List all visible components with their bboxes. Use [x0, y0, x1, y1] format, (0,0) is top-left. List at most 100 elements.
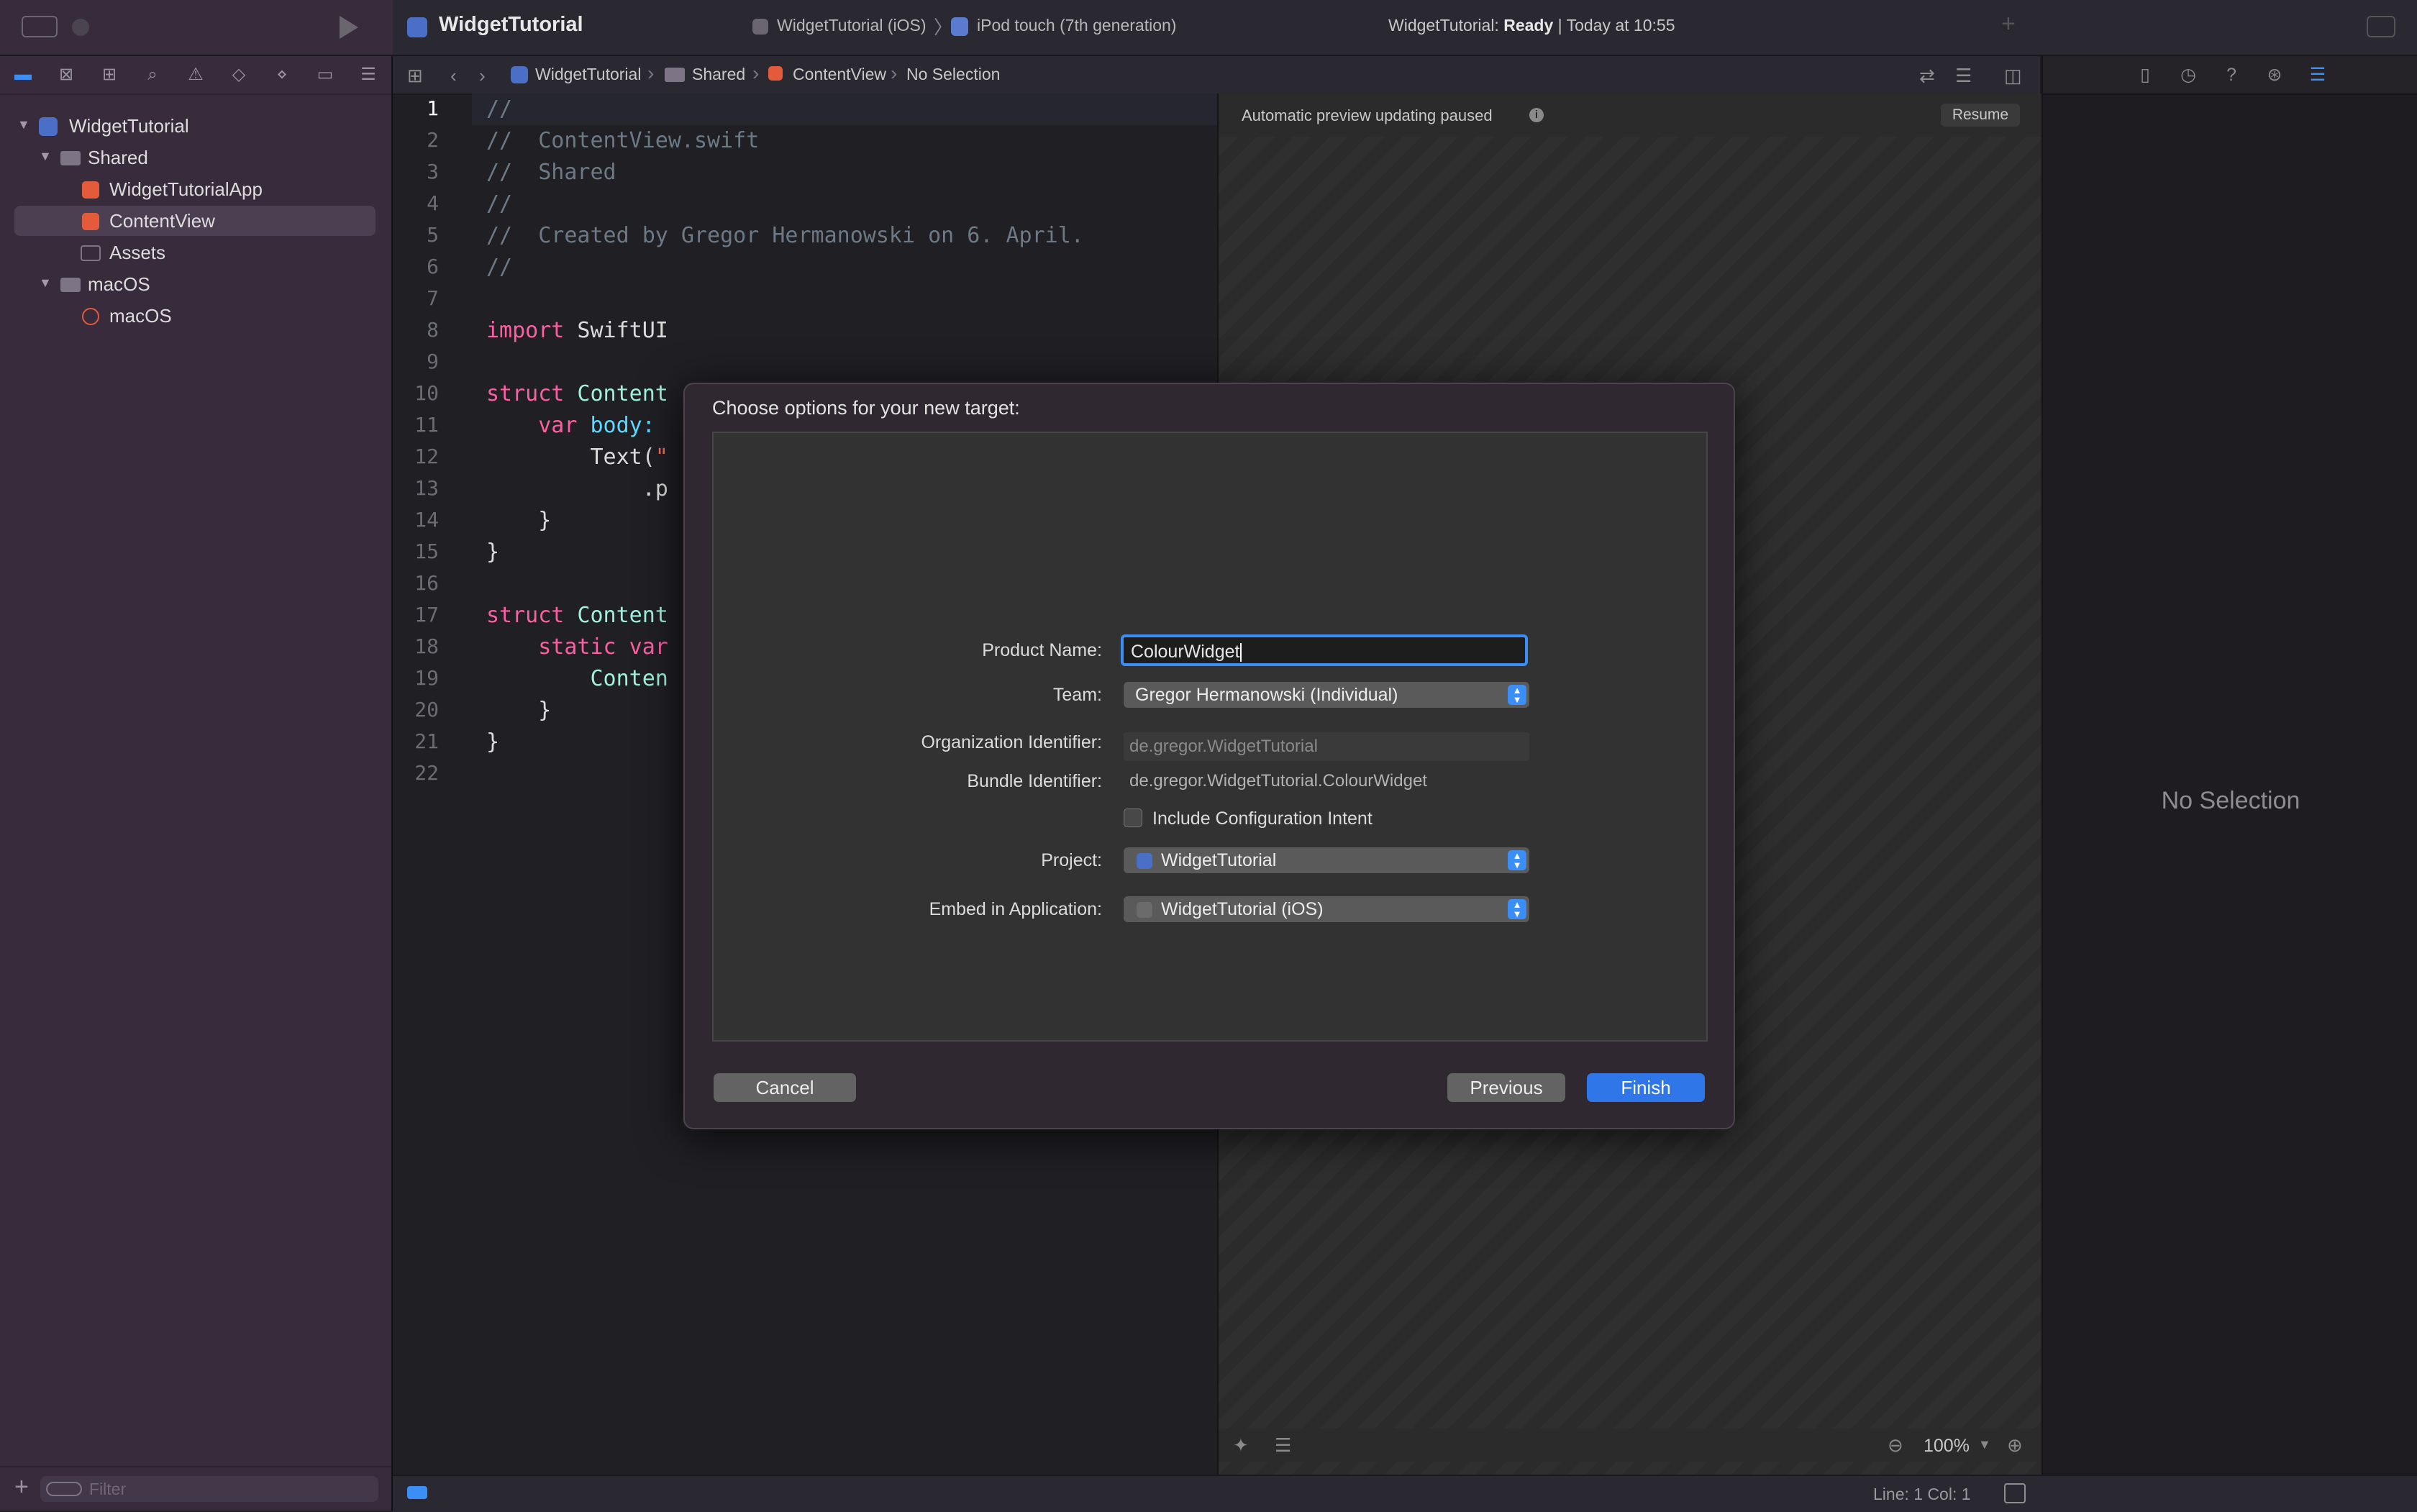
test-icon[interactable]: ◇: [227, 63, 250, 86]
help-icon[interactable]: ?: [2220, 63, 2243, 86]
project-popup[interactable]: WidgetTutorial ▲ ▼: [1124, 847, 1529, 873]
filter-scope-icon[interactable]: [46, 1482, 82, 1496]
run-button-icon[interactable]: [340, 16, 358, 39]
bundle-identifier-label: Bundle Identifier:: [967, 771, 1102, 791]
source-control-icon[interactable]: ⊠: [55, 63, 78, 86]
tree-item-macos-entitlements[interactable]: macOS: [14, 301, 375, 331]
embed-in-application-popup[interactable]: WidgetTutorial (iOS) ▲ ▼: [1124, 896, 1529, 922]
breadcrumb-file[interactable]: ContentView: [793, 65, 886, 84]
device-icon: [951, 17, 968, 36]
code-line: // Shared: [486, 160, 616, 185]
status-state: Ready: [1503, 16, 1554, 35]
related-items-icon[interactable]: ⊞: [407, 65, 423, 87]
code-line: import SwiftUI: [486, 318, 668, 343]
folder-icon: [60, 151, 81, 165]
console-toggle-icon[interactable]: [2004, 1483, 2026, 1503]
line-number: 8: [427, 318, 439, 342]
debug-icon[interactable]: ⋄: [270, 63, 293, 86]
chevron-down-icon[interactable]: ▼: [39, 275, 52, 291]
breadcrumb-symbol[interactable]: No Selection: [906, 65, 1000, 84]
add-file-icon[interactable]: +: [14, 1473, 29, 1501]
popup-stepper-icon: ▲ ▼: [1508, 850, 1526, 870]
resume-button[interactable]: Resume: [1941, 104, 2020, 127]
line-number: 16: [414, 571, 439, 595]
navigator-toggle-icon[interactable]: [22, 16, 58, 37]
include-configuration-intent-label[interactable]: Include Configuration Intent: [1152, 809, 1373, 829]
add-library-icon[interactable]: +: [2001, 10, 2016, 38]
breadcrumb-folder[interactable]: Shared: [692, 65, 745, 84]
activity-status: WidgetTutorial: Ready | Today at 10:55: [1388, 16, 1675, 35]
cursor-position: Line: 1 Col: 1: [1873, 1485, 1971, 1503]
code-line: }: [486, 698, 552, 723]
code-line: struct Content: [486, 381, 668, 406]
cancel-button[interactable]: Cancel: [714, 1073, 856, 1102]
chevron-down-icon[interactable]: ▼: [39, 149, 52, 164]
tree-item-macos-folder[interactable]: ▼ macOS: [14, 269, 375, 299]
chevron-down-icon[interactable]: ▼: [17, 117, 30, 132]
chevron-down-icon[interactable]: ▼: [1978, 1437, 1991, 1452]
attributes-inspector-icon[interactable]: ☰: [2306, 63, 2329, 86]
include-configuration-intent-checkbox[interactable]: [1124, 809, 1142, 827]
tree-item-project[interactable]: ▼ WidgetTutorial: [14, 111, 375, 141]
project-icon: [407, 17, 427, 37]
forward-arrow-icon[interactable]: ›: [479, 65, 486, 87]
breadcrumb-chevron-icon: ›: [647, 62, 655, 84]
folder-icon: [665, 68, 685, 82]
breakpoint-icon[interactable]: ▭: [314, 63, 337, 86]
folder-icon[interactable]: ▬: [12, 63, 35, 86]
pin-icon[interactable]: ✦: [1233, 1434, 1249, 1457]
popup-stepper-icon: ▲ ▼: [1508, 685, 1526, 705]
breadcrumb-project[interactable]: WidgetTutorial: [535, 65, 641, 84]
project-icon: [511, 66, 528, 83]
editor-options-icon[interactable]: ☰: [1955, 65, 1972, 87]
symbol-hierarchy-icon[interactable]: ⊞: [98, 63, 121, 86]
code-line: Conten: [486, 666, 668, 691]
team-popup[interactable]: Gregor Hermanowski (Individual) ▲ ▼: [1124, 682, 1529, 708]
line-number: 2: [427, 128, 439, 152]
inspector-toggle-icon[interactable]: [2367, 16, 2395, 37]
tree-item-widgettutorialapp[interactable]: WidgetTutorialApp: [14, 174, 375, 204]
info-icon[interactable]: i: [1529, 108, 1544, 122]
file-inspector-icon[interactable]: ▯: [2134, 63, 2157, 86]
scheme-selector[interactable]: WidgetTutorial (iOS): [777, 16, 926, 35]
tree-item-contentview[interactable]: ContentView: [14, 206, 375, 236]
code-type: Content: [564, 381, 668, 406]
product-name-input[interactable]: ColourWidget: [1121, 634, 1528, 666]
zoom-in-icon[interactable]: ⊕: [2007, 1434, 2023, 1457]
preview-footer: ✦ ☰ ⊖ 100% ▼ ⊕: [1219, 1429, 2043, 1462]
find-icon[interactable]: ⌕: [141, 63, 164, 86]
code-line: static var: [486, 634, 668, 660]
folder-icon: [60, 278, 81, 292]
code-plain: Text(: [486, 445, 655, 470]
issue-icon[interactable]: ⚠: [184, 63, 207, 86]
split-editor-icon[interactable]: ◫: [2004, 65, 2022, 87]
list-icon[interactable]: ☰: [1275, 1434, 1291, 1457]
line-number: 9: [427, 350, 439, 373]
inspector-panel: ▯ ◷ ? ⊛ ☰ No Selection: [2042, 56, 2417, 1475]
tree-item-label: WidgetTutorialApp: [109, 178, 263, 200]
finish-button[interactable]: Finish: [1587, 1073, 1705, 1102]
history-icon[interactable]: ◷: [2177, 63, 2200, 86]
code-line: var body:: [486, 413, 655, 438]
debug-area-toggle-icon[interactable]: [407, 1486, 427, 1499]
stop-button-icon[interactable]: [72, 19, 89, 36]
run-destination-selector[interactable]: iPod touch (7th generation): [977, 16, 1176, 35]
zoom-out-icon[interactable]: ⊖: [1888, 1434, 1903, 1457]
code-line: }: [486, 729, 500, 755]
accessibility-icon[interactable]: ⊛: [2263, 63, 2286, 86]
organization-identifier-label: Organization Identifier:: [921, 732, 1102, 752]
swap-icon[interactable]: ⇄: [1919, 65, 1935, 87]
current-line-highlight: [472, 94, 1217, 125]
scheme-separator: 〉: [934, 17, 953, 38]
code-line: //: [486, 191, 513, 217]
report-icon[interactable]: ☰: [357, 63, 380, 86]
tree-item-label: Assets: [109, 242, 166, 263]
embed-value: WidgetTutorial (iOS): [1161, 899, 1324, 919]
back-arrow-icon[interactable]: ‹: [450, 65, 457, 87]
tree-item-shared-folder[interactable]: ▼ Shared: [14, 142, 375, 173]
tree-item-assets[interactable]: Assets: [14, 237, 375, 268]
zoom-level[interactable]: 100%: [1924, 1436, 1970, 1457]
embed-in-application-label: Embed in Application:: [929, 899, 1102, 919]
navigator-filter-input[interactable]: Filter: [40, 1476, 378, 1502]
previous-button[interactable]: Previous: [1447, 1073, 1565, 1102]
